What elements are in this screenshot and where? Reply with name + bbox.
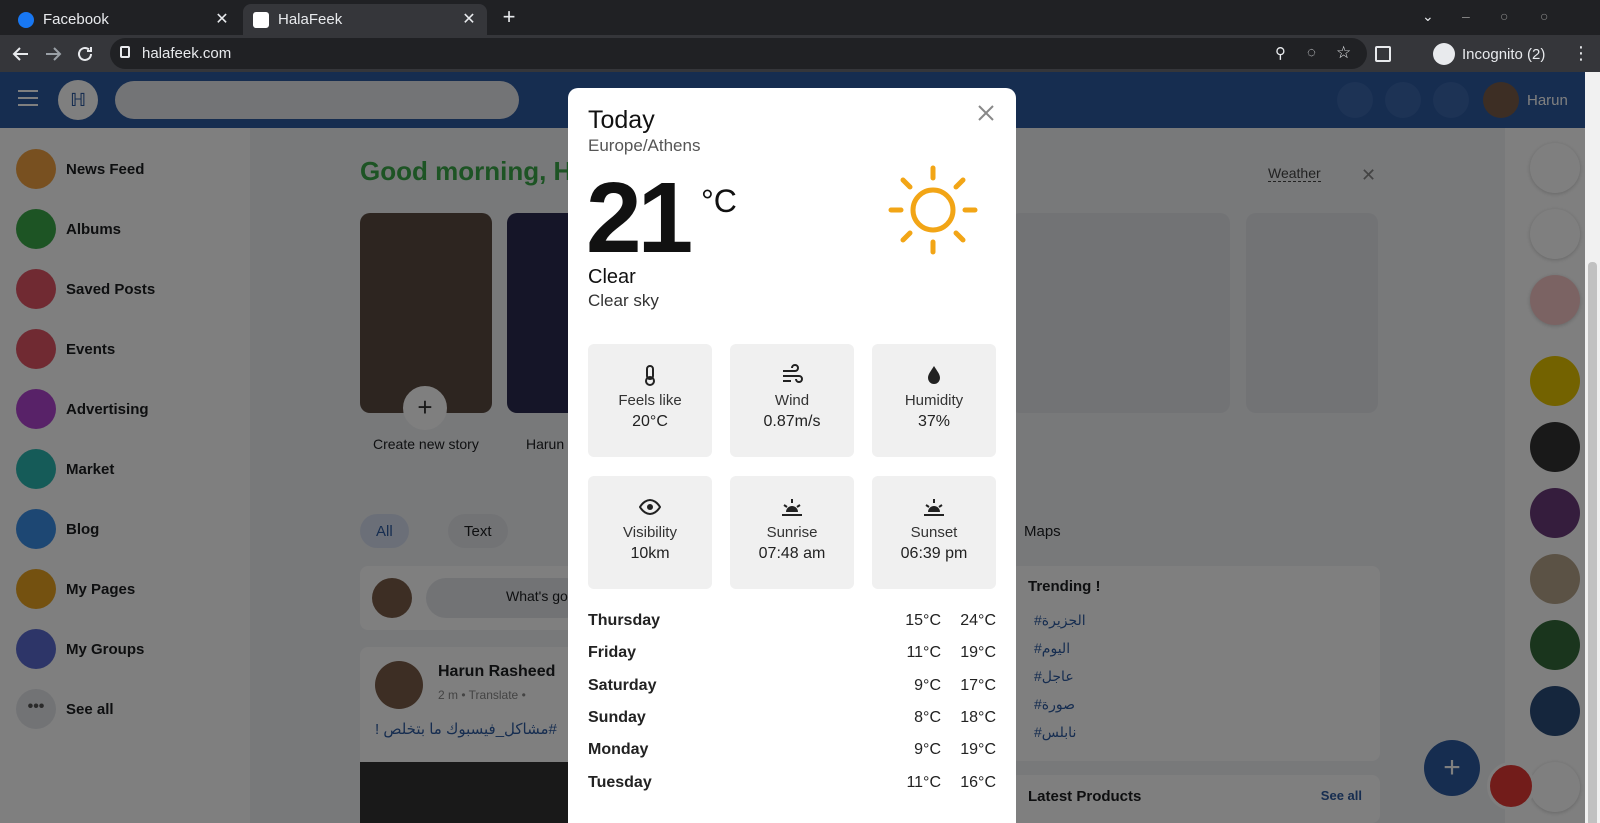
stat-value: 07:48 am xyxy=(758,545,826,562)
forecast-low: 9°C xyxy=(914,741,941,758)
page-scrollbar[interactable] xyxy=(1585,72,1600,823)
weather-condition: Clear xyxy=(588,266,636,288)
temperature-value: 21 xyxy=(586,162,693,274)
forecast-high: 19°C xyxy=(960,644,996,661)
browser-toolbar: halafeek.com ⚲ ◌ ☆ Incognito (2) ⋮ xyxy=(0,35,1600,72)
eye-icon xyxy=(639,496,661,518)
stat-humidity: Humidity 37% xyxy=(872,344,996,457)
forecast-high: 18°C xyxy=(960,709,996,726)
facebook-favicon-icon xyxy=(18,11,34,28)
browser-tabstrip: Facebook ✕ HalaFeek ✕ + ⌄ – ○ ○ xyxy=(0,0,1600,35)
eye-off-icon[interactable]: ◌ xyxy=(1307,44,1316,61)
forecast-row: Saturday 9°C 17°C xyxy=(588,677,996,701)
browser-tab-facebook[interactable]: Facebook ✕ xyxy=(8,4,240,35)
forecast-row: Thursday 15°C 24°C xyxy=(588,612,996,636)
forward-icon[interactable] xyxy=(42,43,64,65)
back-icon[interactable] xyxy=(10,43,32,65)
stat-value: 20°C xyxy=(632,413,668,430)
forecast-day: Thursday xyxy=(588,612,661,629)
reload-icon[interactable] xyxy=(74,43,96,65)
forecast-row: Tuesday 11°C 16°C xyxy=(588,774,996,798)
bookmark-star-icon[interactable]: ☆ xyxy=(1336,43,1351,63)
tab-title: HalaFeek xyxy=(278,11,343,28)
incognito-label: Incognito (2) xyxy=(1462,45,1546,63)
forecast-high: 17°C xyxy=(960,677,996,694)
forecast-high: 16°C xyxy=(960,774,996,791)
url-text: halafeek.com xyxy=(142,45,232,62)
weather-modal: Today Europe/Athens 21 °C Clear Clear sk… xyxy=(568,88,1016,823)
maximize-button[interactable]: ○ xyxy=(1500,8,1508,24)
browser-tab-halafeek[interactable]: HalaFeek ✕ xyxy=(243,4,487,35)
close-tab-icon[interactable]: ✕ xyxy=(461,11,477,28)
forecast-low: 9°C xyxy=(914,677,941,694)
weather-description: Clear sky xyxy=(588,291,659,310)
new-tab-button[interactable]: + xyxy=(497,6,521,30)
sunset-icon xyxy=(923,496,945,518)
forecast-row: Sunday 8°C 18°C xyxy=(588,709,996,733)
forecast-low: 11°C xyxy=(906,644,941,661)
forecast-day: Friday xyxy=(588,644,637,661)
forecast-row: Monday 9°C 19°C xyxy=(588,741,996,765)
temperature-unit: °C xyxy=(701,183,737,219)
chrome-menu-icon[interactable]: ⋮ xyxy=(1572,43,1594,65)
close-window-button[interactable]: ○ xyxy=(1540,8,1548,24)
stat-visibility: Visibility 10km xyxy=(588,476,712,589)
sun-icon xyxy=(883,160,983,260)
modal-title: Today xyxy=(588,106,655,134)
forecast-row: Friday 11°C 19°C xyxy=(588,644,996,668)
forecast-day: Monday xyxy=(588,741,649,758)
stat-value: 06:39 pm xyxy=(900,545,968,562)
thermometer-icon xyxy=(639,364,661,386)
forecast-low: 8°C xyxy=(914,709,941,726)
stat-value: 37% xyxy=(917,413,951,430)
address-bar[interactable]: halafeek.com ⚲ ◌ ☆ xyxy=(110,38,1367,69)
tab-title: Facebook xyxy=(43,11,109,28)
location-icon[interactable]: ⚲ xyxy=(1275,44,1286,62)
close-tab-icon[interactable]: ✕ xyxy=(214,11,230,28)
stat-label: Sunset xyxy=(910,524,958,541)
forecast-day: Saturday xyxy=(588,677,657,694)
stat-value: 10km xyxy=(630,545,670,562)
stat-label: Sunrise xyxy=(766,524,818,541)
incognito-indicator[interactable]: Incognito (2) xyxy=(1433,43,1563,65)
stat-label: Visibility xyxy=(623,524,677,541)
forecast-low: 11°C xyxy=(906,774,941,791)
lock-icon xyxy=(120,46,130,58)
timezone-label: Europe/Athens xyxy=(588,136,701,155)
wind-icon xyxy=(781,364,803,386)
stat-value: 0.87m/s xyxy=(763,413,821,430)
incognito-icon xyxy=(1433,43,1455,65)
stat-sunrise: Sunrise 07:48 am xyxy=(730,476,854,589)
forecast-high: 24°C xyxy=(960,612,996,629)
scrollbar-thumb[interactable] xyxy=(1588,262,1597,823)
humidity-icon xyxy=(923,364,945,386)
stat-feels-like: Feels like 20°C xyxy=(588,344,712,457)
forecast-high: 19°C xyxy=(960,741,996,758)
close-icon[interactable] xyxy=(973,100,999,126)
stat-label: Wind xyxy=(774,392,810,409)
tab-search-icon[interactable]: ⌄ xyxy=(1422,8,1434,25)
stat-wind: Wind 0.87m/s xyxy=(730,344,854,457)
halafeek-favicon-icon xyxy=(253,11,269,28)
stat-label: Feels like xyxy=(618,392,682,409)
forecast-day: Tuesday xyxy=(588,774,652,791)
minimize-button[interactable]: – xyxy=(1462,8,1470,24)
stat-sunset: Sunset 06:39 pm xyxy=(872,476,996,589)
side-panel-icon[interactable] xyxy=(1375,46,1391,62)
forecast-low: 15°C xyxy=(905,612,941,629)
forecast-day: Sunday xyxy=(588,709,646,726)
sunrise-icon xyxy=(781,496,803,518)
stat-label: Humidity xyxy=(904,392,964,409)
